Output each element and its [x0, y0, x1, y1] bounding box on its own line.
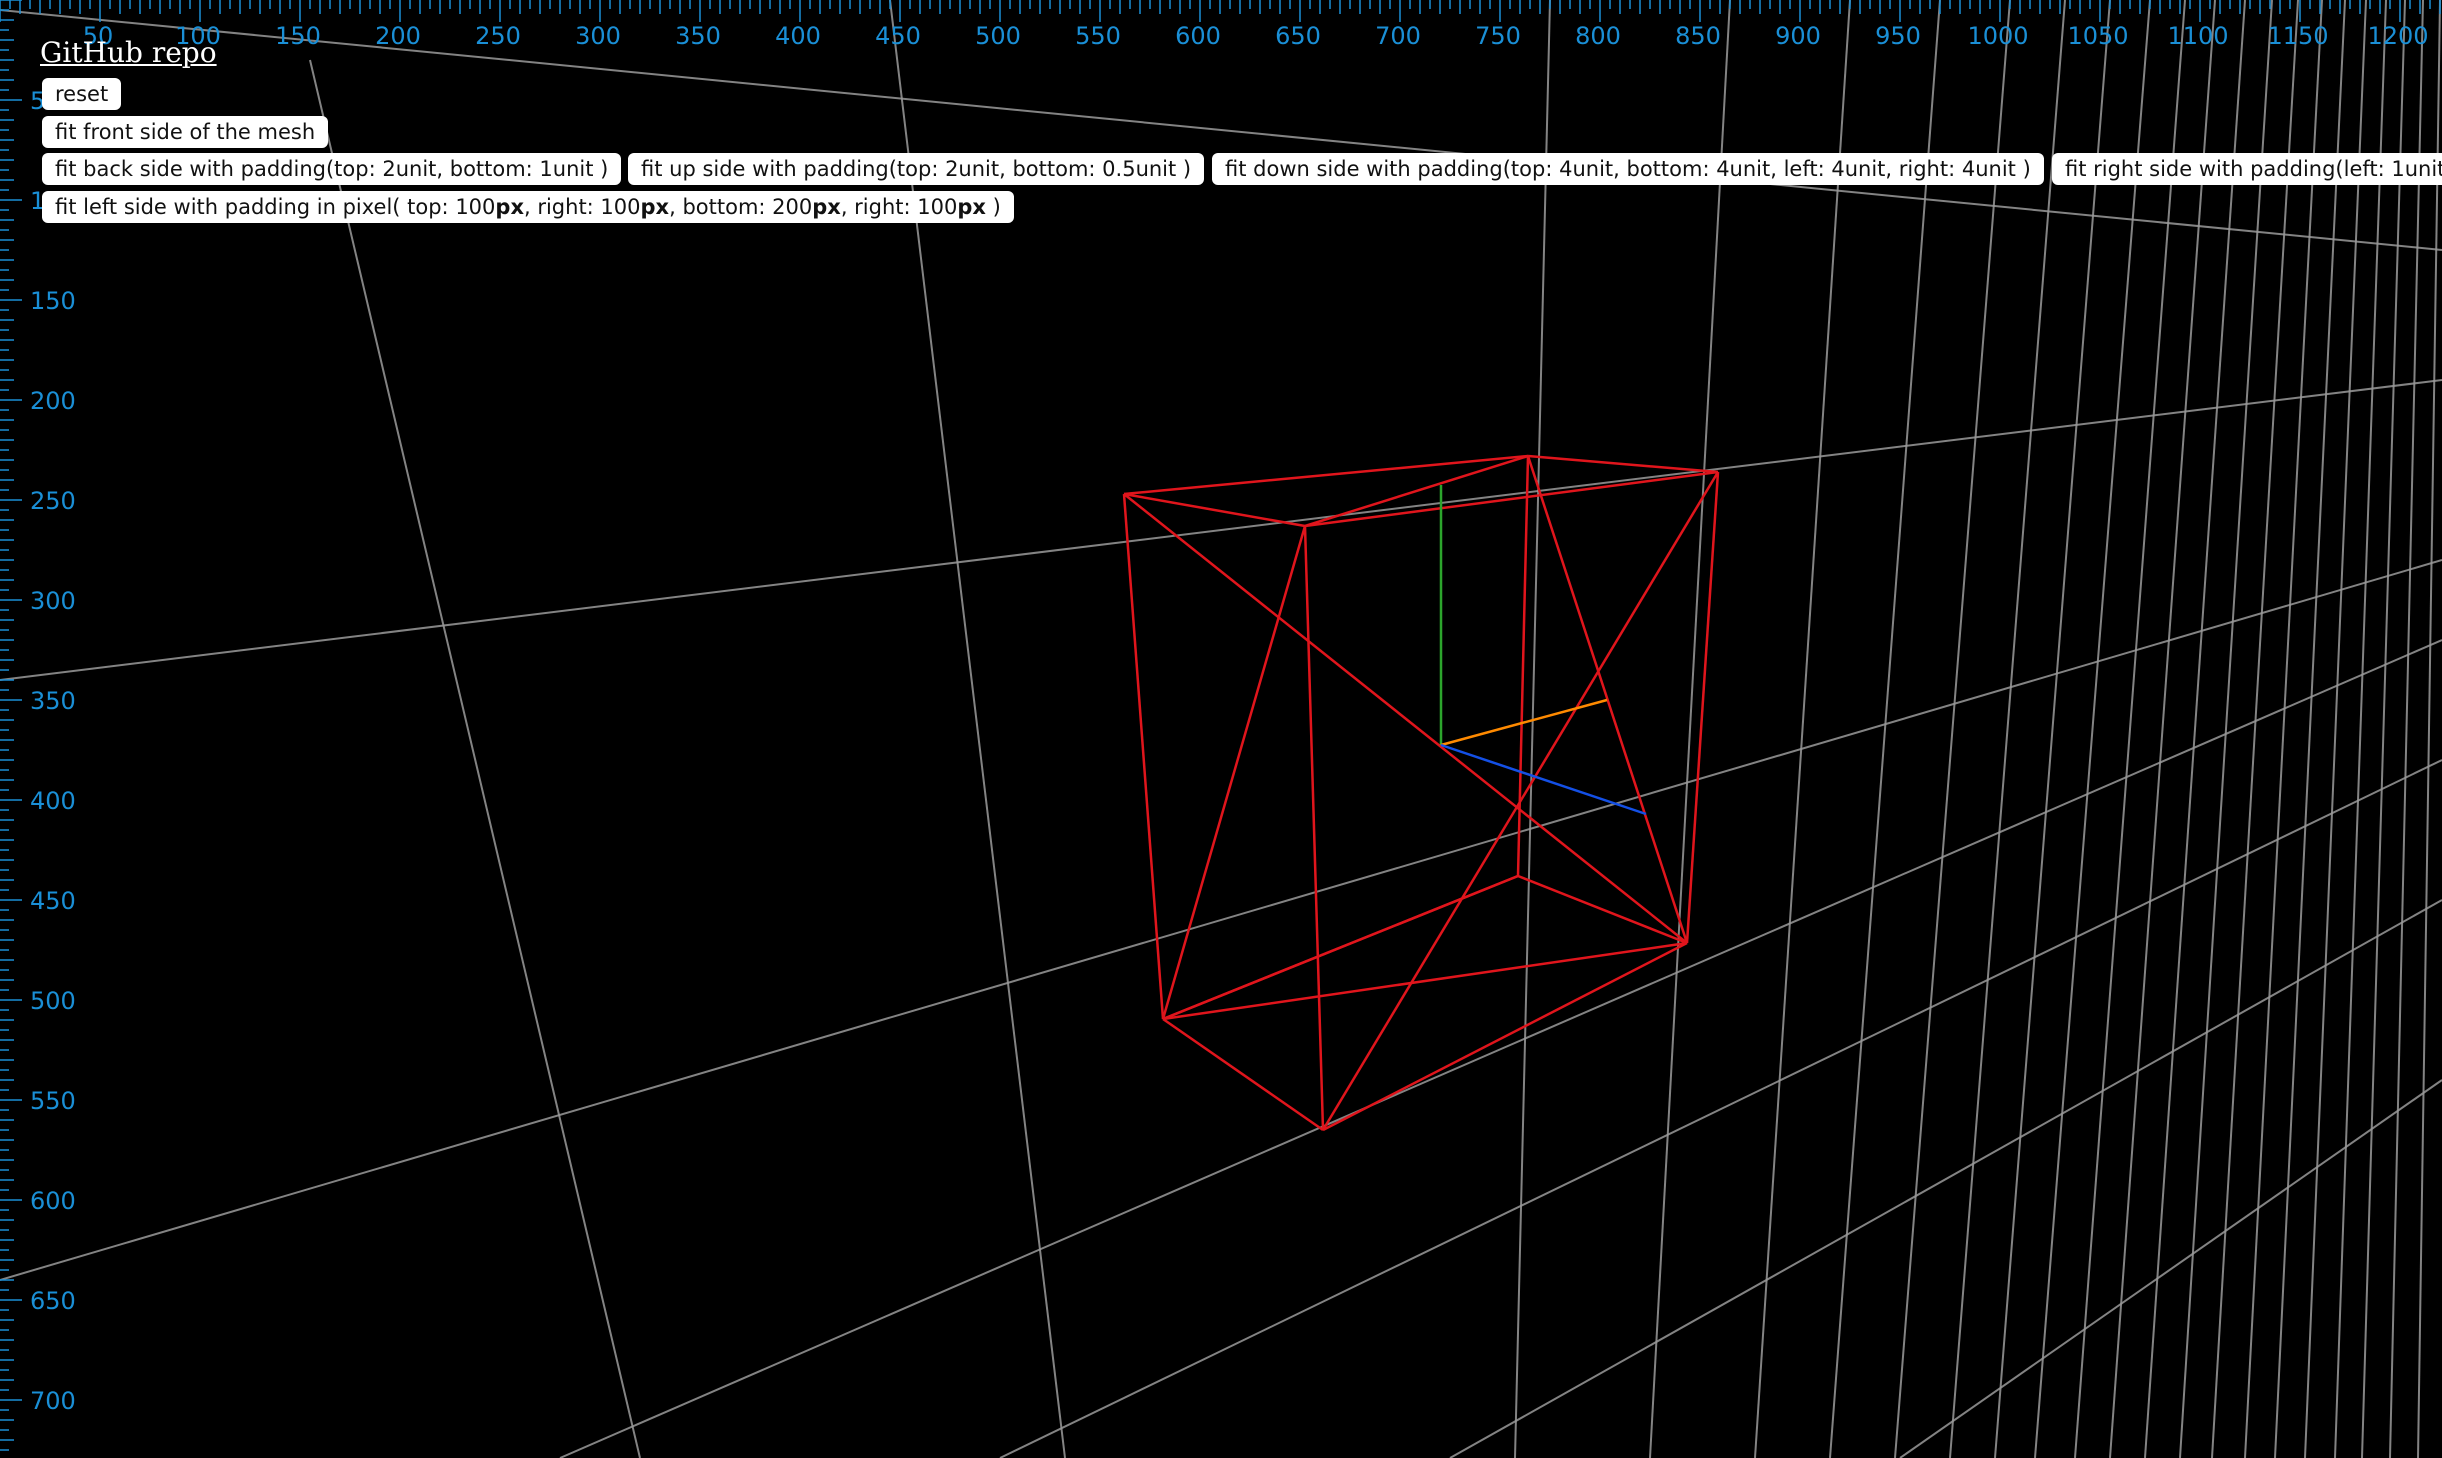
mesh-edge [1527, 454, 1719, 474]
reset-button[interactable]: reset [42, 78, 122, 110]
ruler-top-label: 800 [1575, 22, 1621, 50]
ruler-top-label: 300 [575, 22, 621, 50]
ruler-top-label: 500 [975, 22, 1021, 50]
ruler-left-label: 150 [30, 287, 76, 315]
ruler-left-label: 700 [30, 1387, 76, 1415]
ruler-left-label: 450 [30, 887, 76, 915]
ruler-top-label: 450 [875, 22, 921, 50]
fit-left-unit: px [812, 195, 841, 219]
fit-left-button[interactable]: fit left side with padding in pixel( top… [42, 191, 1014, 223]
ruler-top-label: 350 [675, 22, 721, 50]
grid-line [309, 59, 641, 1458]
mesh-edge [1321, 471, 1720, 1131]
ruler-top-label: 250 [475, 22, 521, 50]
ruler-top-label: 1000 [1967, 22, 2028, 50]
ruler-top-label: 750 [1475, 22, 1521, 50]
grid-line [0, 559, 2442, 1281]
ruler-left-label: 400 [30, 787, 76, 815]
ruler-top-label: 1100 [2167, 22, 2228, 50]
axis-z [1440, 743, 1647, 816]
ruler-top-label: 850 [1675, 22, 1721, 50]
mesh-edge [1162, 941, 1688, 1021]
ruler-top-label: 900 [1775, 22, 1821, 50]
ruler-top-label: 600 [1175, 22, 1221, 50]
ruler-left-label: 300 [30, 587, 76, 615]
fit-left-label-bottom: , bottom: 200 [669, 195, 813, 219]
ruler-top-label: 1150 [2267, 22, 2328, 50]
grid-line [1449, 899, 2442, 1458]
ruler-left-label: 350 [30, 687, 76, 715]
ruler-top-label: 400 [775, 22, 821, 50]
ruler-left-label: 250 [30, 487, 76, 515]
grid-line [1829, 0, 1941, 1458]
grid-line [2334, 0, 2387, 1458]
grid-line [2179, 0, 2273, 1458]
github-repo-link[interactable]: GitHub repo [40, 36, 217, 69]
grid-line [2144, 0, 2246, 1458]
ruler-left-label: 600 [30, 1187, 76, 1215]
fit-down-button[interactable]: fit down side with padding(top: 4unit, b… [1212, 153, 2044, 185]
ruler-top-label: 950 [1875, 22, 1921, 50]
grid-line [1754, 0, 1851, 1458]
mesh-edge [1122, 493, 1165, 1020]
ruler-top-label: 150 [275, 22, 321, 50]
mesh-edge [1162, 1017, 1324, 1132]
ruler-top-label: 1050 [2067, 22, 2128, 50]
fit-right-button[interactable]: fit right side with padding(left: 1unit [2052, 153, 2442, 185]
ruler-top-label: 1200 [2367, 22, 2428, 50]
fit-left-label-right1: , right: 100 [523, 195, 641, 219]
fit-left-unit: px [495, 195, 524, 219]
grid-line [1949, 0, 2066, 1458]
ruler-top-label: 650 [1275, 22, 1321, 50]
mesh-edge [1322, 941, 1688, 1132]
mesh-edge [1303, 525, 1325, 1131]
grid-line [1649, 0, 1731, 1458]
ruler-left-label: 200 [30, 387, 76, 415]
axis-x [1440, 698, 1608, 747]
fit-left-label-suffix: ) [985, 195, 1001, 219]
mesh-edge [1161, 525, 1307, 1020]
ruler-left-label: 550 [30, 1087, 76, 1115]
mesh-edge [1162, 874, 1519, 1021]
grid-line [999, 759, 2442, 1458]
mesh-edge [1123, 493, 1688, 944]
fit-front-button[interactable]: fit front side of the mesh [42, 116, 329, 148]
fit-up-button[interactable]: fit up side with padding(top: 2unit, bot… [628, 153, 1205, 185]
mesh-edge [1123, 492, 1306, 528]
ruler-top-label: 550 [1075, 22, 1121, 50]
mesh-edge [1304, 470, 1719, 528]
mesh-edge [1526, 455, 1689, 944]
grid-line [1894, 0, 2011, 1458]
grid-line [2417, 0, 2441, 1458]
ruler-left-label: 500 [30, 987, 76, 1015]
fit-back-button[interactable]: fit back side with padding(top: 2unit, b… [42, 153, 622, 185]
wireframe-mesh [1122, 454, 1720, 1132]
grid-line [2361, 0, 2406, 1458]
ruler-left-label: 650 [30, 1287, 76, 1315]
ruler-top-label: 200 [375, 22, 421, 50]
grid-line [1899, 1079, 2442, 1458]
fit-left-unit: px [640, 195, 670, 219]
fit-left-unit: px [957, 195, 986, 219]
fit-left-label-right2: , right: 100 [840, 195, 958, 219]
viewport[interactable]: 50 100 150 200 250 300 350 400 450 500 550 600 650 70… [0, 0, 2442, 1458]
ruler-top-label: 700 [1375, 22, 1421, 50]
fit-left-label-prefix: fit left side with padding in pixel( top… [55, 195, 496, 219]
ruler-top: 50 100 150 200 250 300 350 400 450 500 550 600 650 70… [0, 0, 2441, 50]
grid-line [2389, 0, 2424, 1458]
mesh-edge [1517, 874, 1688, 945]
